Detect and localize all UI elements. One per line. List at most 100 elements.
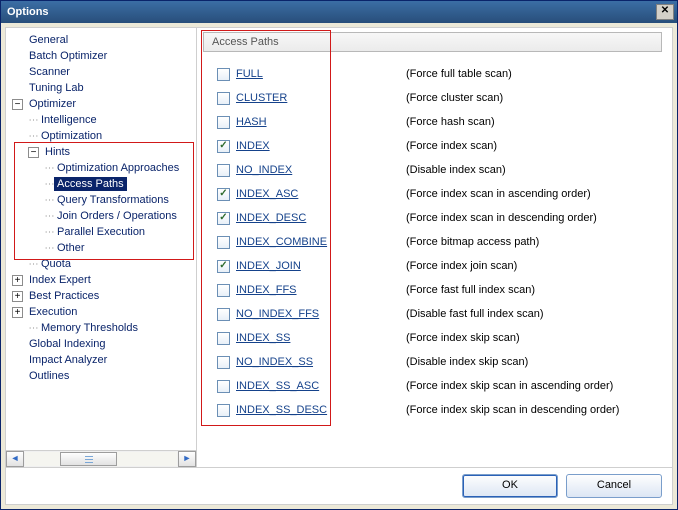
tree-item-label[interactable]: Query Transformations [54, 193, 172, 207]
tree-item[interactable]: Scanner [10, 64, 196, 80]
tree-item-label[interactable]: Tuning Lab [26, 81, 87, 95]
hint-checkbox[interactable] [217, 380, 230, 393]
tree-item-label[interactable]: Optimization Approaches [54, 161, 182, 175]
hint-name-link[interactable]: INDEX_ASC [236, 188, 406, 200]
hint-checkbox[interactable] [217, 284, 230, 297]
tree-item-label[interactable]: Parallel Execution [54, 225, 148, 239]
hint-name-link[interactable]: HASH [236, 116, 406, 128]
hint-description: (Force fast full index scan) [406, 284, 535, 296]
tree-item-label[interactable]: Outlines [26, 369, 72, 383]
close-icon[interactable]: ✕ [656, 4, 674, 20]
hint-checkbox[interactable] [217, 68, 230, 81]
tree-item-label[interactable]: Batch Optimizer [26, 49, 110, 63]
leaf-icon: ⋯ [44, 195, 54, 206]
tree-item-label[interactable]: Best Practices [26, 289, 102, 303]
hint-row: INDEX_SS(Force index skip scan) [217, 326, 672, 350]
hint-name-link[interactable]: FULL [236, 68, 406, 80]
hint-checkbox[interactable] [217, 188, 230, 201]
tree-item[interactable]: +Execution [10, 304, 196, 320]
tree-item[interactable]: ⋯Join Orders / Operations [42, 208, 196, 224]
hint-checkbox[interactable] [217, 140, 230, 153]
hint-name-link[interactable]: CLUSTER [236, 92, 406, 104]
expand-icon[interactable]: + [12, 275, 23, 286]
hint-checkbox[interactable] [217, 356, 230, 369]
group-header: Access Paths [203, 32, 662, 52]
tree-item[interactable]: ⋯Quota [26, 256, 196, 272]
hint-name-link[interactable]: INDEX_SS_DESC [236, 404, 406, 416]
tree-item[interactable]: Impact Analyzer [10, 352, 196, 368]
expand-icon[interactable]: + [12, 307, 23, 318]
tree-item-label[interactable]: Scanner [26, 65, 73, 79]
tree-item[interactable]: ⋯Other [42, 240, 196, 256]
tree-item-label[interactable]: Intelligence [38, 113, 100, 127]
hint-checkbox[interactable] [217, 332, 230, 345]
tree-item[interactable]: −Optimizer [10, 96, 196, 112]
tree-item-label[interactable]: Impact Analyzer [26, 353, 110, 367]
tree-item[interactable]: ⋯Intelligence [26, 112, 196, 128]
hint-checkbox[interactable] [217, 404, 230, 417]
tree-item[interactable]: ⋯Query Transformations [42, 192, 196, 208]
hint-checkbox[interactable] [217, 92, 230, 105]
hint-row: NO_INDEX(Disable index scan) [217, 158, 672, 182]
tree-item[interactable]: ⋯Access Paths [42, 176, 196, 192]
expand-icon[interactable]: + [12, 291, 23, 302]
tree-item[interactable]: +Best Practices [10, 288, 196, 304]
leaf-icon: ⋯ [44, 211, 54, 222]
hint-name-link[interactable]: NO_INDEX_FFS [236, 308, 406, 320]
tree-item-label[interactable]: Access Paths [54, 177, 127, 191]
hint-checkbox[interactable] [217, 260, 230, 273]
collapse-icon[interactable]: − [28, 147, 39, 158]
scroll-left-icon[interactable]: ◄ [6, 451, 24, 467]
tree-item-label[interactable]: Memory Thresholds [38, 321, 141, 335]
tree-item[interactable]: ⋯Memory Thresholds [26, 320, 196, 336]
tree-item-label[interactable]: Quota [38, 257, 74, 271]
hint-name-link[interactable]: NO_INDEX_SS [236, 356, 406, 368]
ok-button[interactable]: OK [462, 474, 558, 498]
tree-item[interactable]: ⋯Parallel Execution [42, 224, 196, 240]
hint-name-link[interactable]: INDEX_COMBINE [236, 236, 406, 248]
group-header-label: Access Paths [212, 36, 279, 48]
hint-name-link[interactable]: INDEX_FFS [236, 284, 406, 296]
leaf-icon: ⋯ [44, 243, 54, 254]
tree-item[interactable]: −Hints [26, 144, 196, 160]
tree-item-label[interactable]: Index Expert [26, 273, 94, 287]
tree-item-label[interactable]: Global Indexing [26, 337, 108, 351]
hint-checkbox[interactable] [217, 212, 230, 225]
tree-item-label[interactable]: Execution [26, 305, 80, 319]
hint-checkbox[interactable] [217, 116, 230, 129]
tree-hscrollbar[interactable]: ◄ ► [6, 450, 196, 467]
tree-item[interactable]: Outlines [10, 368, 196, 384]
tree-item-label[interactable]: General [26, 33, 71, 47]
hint-name-link[interactable]: NO_INDEX [236, 164, 406, 176]
hint-checkbox[interactable] [217, 308, 230, 321]
scroll-right-icon[interactable]: ► [178, 451, 196, 467]
tree-item[interactable]: Global Indexing [10, 336, 196, 352]
tree-item-label[interactable]: Optimization [38, 129, 105, 143]
hint-name-link[interactable]: INDEX_SS_ASC [236, 380, 406, 392]
tree-item[interactable]: Tuning Lab [10, 80, 196, 96]
tree-item-label[interactable]: Other [54, 241, 88, 255]
scroll-thumb[interactable] [60, 452, 117, 466]
options-dialog: Options ✕ GeneralBatch OptimizerScannerT… [0, 0, 678, 510]
hint-name-link[interactable]: INDEX_JOIN [236, 260, 406, 272]
hint-checkbox[interactable] [217, 164, 230, 177]
tree-item-label[interactable]: Hints [42, 145, 73, 159]
collapse-icon[interactable]: − [12, 99, 23, 110]
nav-tree-pane: GeneralBatch OptimizerScannerTuning Lab−… [6, 28, 197, 467]
hint-name-link[interactable]: INDEX_SS [236, 332, 406, 344]
tree-item[interactable]: +Index Expert [10, 272, 196, 288]
tree-item[interactable]: Batch Optimizer [10, 48, 196, 64]
hint-checkbox[interactable] [217, 236, 230, 249]
tree-item[interactable]: ⋯Optimization Approaches [42, 160, 196, 176]
hint-name-link[interactable]: INDEX [236, 140, 406, 152]
tree-item[interactable]: ⋯Optimization [26, 128, 196, 144]
cancel-button[interactable]: Cancel [566, 474, 662, 498]
hint-name-link[interactable]: INDEX_DESC [236, 212, 406, 224]
hint-row: INDEX(Force index scan) [217, 134, 672, 158]
scroll-track[interactable] [25, 452, 177, 466]
tree-item-label[interactable]: Join Orders / Operations [54, 209, 180, 223]
tree-item[interactable]: General [10, 32, 196, 48]
nav-tree[interactable]: GeneralBatch OptimizerScannerTuning Lab−… [6, 32, 196, 384]
hint-row: INDEX_JOIN(Force index join scan) [217, 254, 672, 278]
tree-item-label[interactable]: Optimizer [26, 97, 79, 111]
